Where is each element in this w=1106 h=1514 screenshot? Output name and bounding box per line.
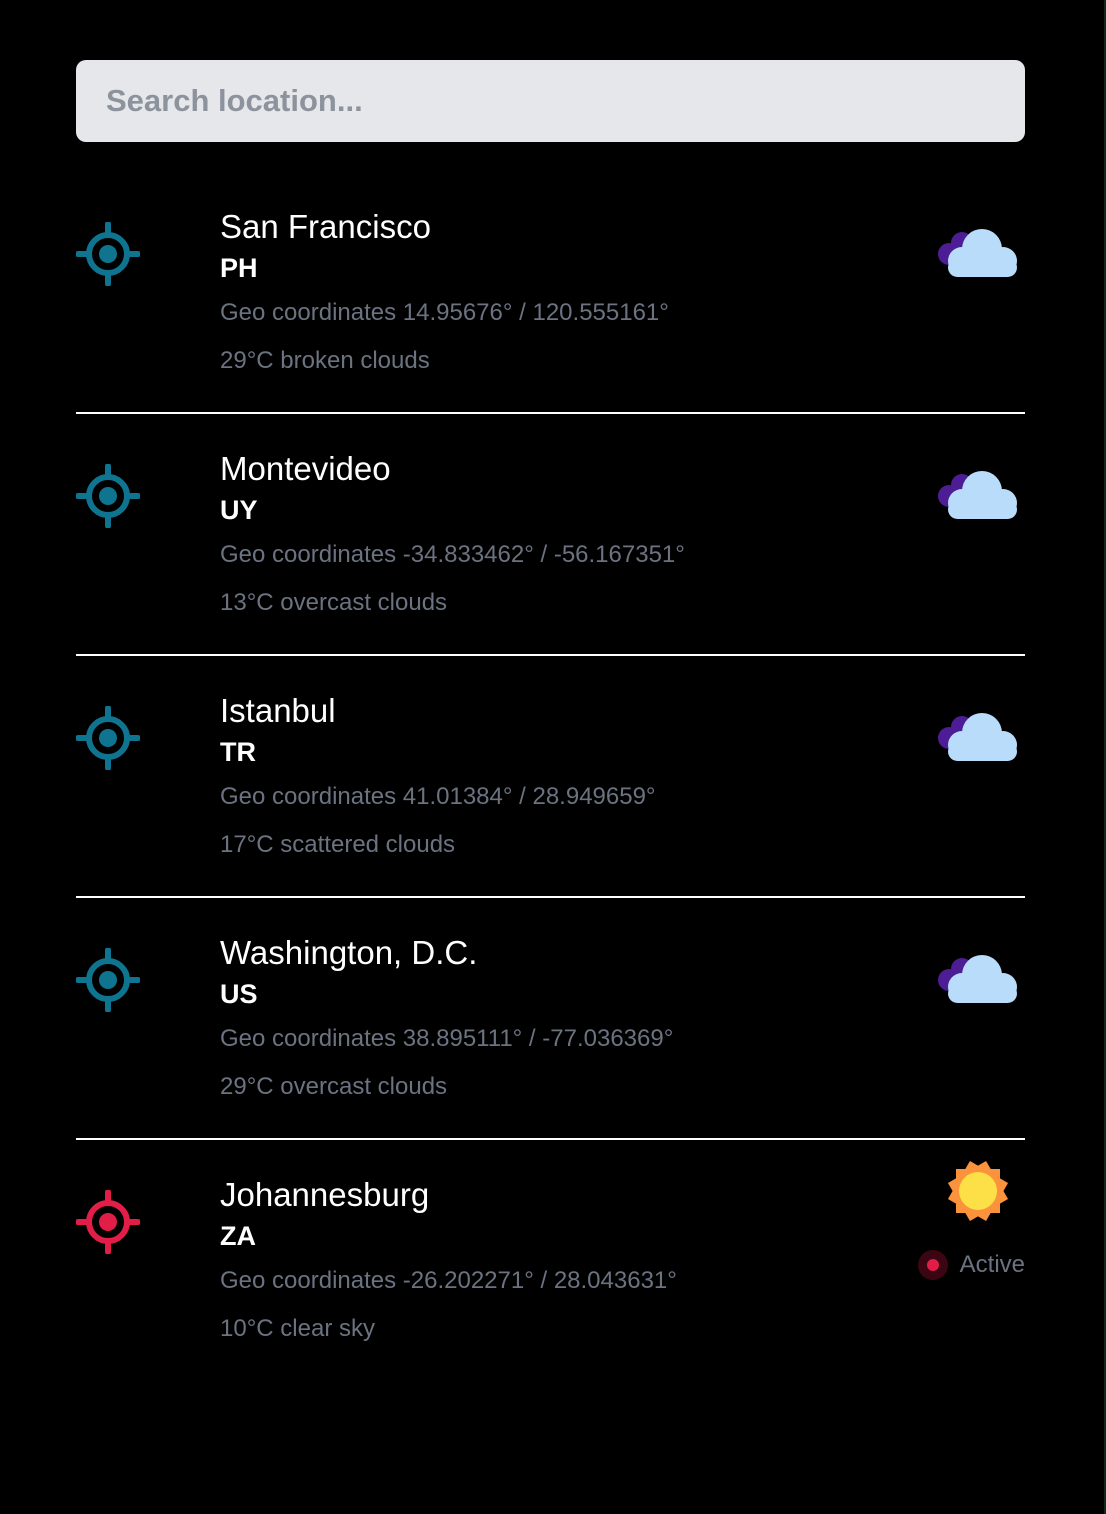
geo-coordinates: Geo coordinates 41.01384° / 28.949659° — [220, 783, 656, 810]
location-info: Montevideo UY Geo coordinates -34.833462… — [220, 450, 685, 618]
active-label: Active — [959, 1251, 1025, 1278]
location-target-icon — [76, 948, 140, 1012]
location-info: Johannesburg ZA Geo coordinates -26.2022… — [220, 1176, 677, 1344]
city-name: San Francisco — [220, 208, 431, 245]
location-target-icon — [76, 706, 140, 770]
location-info: San Francisco PH Geo coordinates 14.9567… — [220, 208, 669, 376]
cloud-icon — [938, 713, 1017, 761]
location-item[interactable]: Istanbul TR Geo coordinates 41.01384° / … — [76, 656, 1025, 898]
country-code: US — [220, 979, 258, 1009]
city-name: Johannesburg — [220, 1176, 430, 1213]
geo-coordinates: Geo coordinates 38.895111° / -77.036369° — [220, 1025, 674, 1052]
city-name: Washington, D.C. — [220, 934, 478, 971]
location-item[interactable]: San Francisco PH Geo coordinates 14.9567… — [76, 172, 1025, 414]
location-target-icon — [76, 1190, 140, 1254]
country-code: PH — [220, 253, 258, 283]
location-target-icon — [76, 464, 140, 528]
location-target-icon — [76, 222, 140, 286]
page: San Francisco PH Geo coordinates 14.9567… — [0, 0, 1106, 1514]
search-input[interactable] — [76, 60, 1025, 142]
city-name: Istanbul — [220, 692, 336, 729]
weather-summary: 10°C clear sky — [220, 1315, 375, 1342]
location-list: San Francisco PH Geo coordinates 14.9567… — [76, 172, 1025, 1382]
sun-icon — [947, 1160, 1009, 1222]
weather-summary: 13°C overcast clouds — [220, 589, 448, 616]
active-indicator-icon — [917, 1250, 948, 1280]
weather-summary: 29°C broken clouds — [220, 347, 430, 374]
country-code: TR — [220, 737, 256, 767]
geo-coordinates: Geo coordinates 14.95676° / 120.555161° — [220, 299, 669, 326]
cloud-icon — [938, 955, 1017, 1003]
cloud-icon — [938, 471, 1017, 519]
location-info: Washington, D.C. US Geo coordinates 38.8… — [220, 934, 673, 1102]
country-code: UY — [220, 495, 258, 525]
weather-summary: 17°C scattered clouds — [220, 831, 456, 858]
active-status: Active — [917, 1250, 1025, 1280]
location-item[interactable]: Washington, D.C. US Geo coordinates 38.8… — [76, 898, 1025, 1140]
geo-coordinates: Geo coordinates -26.202271° / 28.043631° — [220, 1267, 677, 1294]
location-item[interactable]: Montevideo UY Geo coordinates -34.833462… — [76, 414, 1025, 656]
location-item-active[interactable]: Johannesburg ZA Geo coordinates -26.2022… — [76, 1140, 1025, 1382]
city-name: Montevideo — [220, 450, 391, 487]
weather-summary: 29°C overcast clouds — [220, 1073, 448, 1100]
location-info: Istanbul TR Geo coordinates 41.01384° / … — [220, 692, 656, 860]
country-code: ZA — [220, 1221, 256, 1251]
cloud-icon — [938, 229, 1017, 277]
geo-coordinates: Geo coordinates -34.833462° / -56.167351… — [220, 541, 685, 568]
